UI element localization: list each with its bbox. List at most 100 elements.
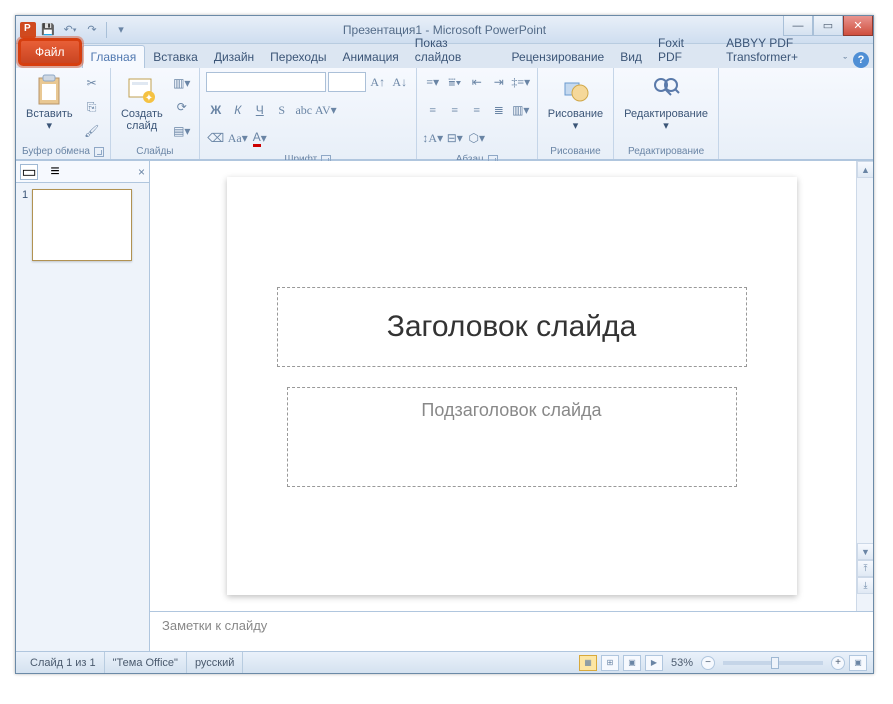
- reading-view-icon[interactable]: ▣: [623, 655, 641, 671]
- indent-dec-icon[interactable]: ⇤: [467, 72, 487, 92]
- format-painter-icon[interactable]: 🖌: [81, 120, 103, 142]
- line-spacing-icon[interactable]: ‡≡▾: [511, 72, 531, 92]
- status-language[interactable]: русский: [187, 652, 243, 673]
- vertical-scrollbar[interactable]: ▲ ▼ ⤒ ⤓: [856, 161, 873, 611]
- slides-group-label: Слайды: [117, 144, 193, 157]
- outline-tab-icon[interactable]: ≡: [46, 164, 64, 180]
- spacing-icon[interactable]: AV▾: [316, 100, 336, 120]
- workarea: ▭ ≡ × 1 Заголовок слайда Подзаголовок сл…: [16, 160, 873, 651]
- font-color-icon[interactable]: A▾: [250, 128, 270, 148]
- slide-canvas: Заголовок слайда Подзаголовок слайда ▲ ▼…: [150, 161, 873, 611]
- pane-close-icon[interactable]: ×: [138, 165, 145, 179]
- drawing-button[interactable]: Рисование▾: [544, 72, 607, 144]
- fit-window-icon[interactable]: ▣: [849, 655, 867, 671]
- italic-icon[interactable]: К: [228, 100, 248, 120]
- status-theme: "Тема Office": [105, 652, 187, 673]
- scroll-up-icon[interactable]: ▲: [857, 161, 873, 178]
- save-icon[interactable]: 💾: [38, 20, 58, 40]
- case-icon[interactable]: Aa▾: [228, 128, 248, 148]
- qat-customize-icon[interactable]: ▾: [111, 20, 131, 40]
- redo-icon[interactable]: ↷: [82, 20, 102, 40]
- strike-icon[interactable]: S: [272, 100, 292, 120]
- tab-transitions[interactable]: Переходы: [262, 46, 334, 68]
- copy-icon[interactable]: ⎘: [81, 96, 103, 118]
- layout-icon[interactable]: ▥▾: [171, 72, 193, 94]
- normal-view-icon[interactable]: ▦: [579, 655, 597, 671]
- bold-icon[interactable]: Ж: [206, 100, 226, 120]
- section-icon[interactable]: ▤▾: [171, 120, 193, 142]
- thumb-number: 1: [22, 189, 28, 261]
- tab-review[interactable]: Рецензирование: [504, 46, 613, 68]
- grow-font-icon[interactable]: A↑: [368, 72, 388, 92]
- group-paragraph: ≡▾ ⩸▾ ⇤ ⇥ ‡≡▾ ≡ ≡ ≡ ≣ ▥▾ ↕A▾ ⊟▾ ⬡▾: [417, 68, 538, 159]
- tab-design[interactable]: Дизайн: [206, 46, 262, 68]
- quick-access-toolbar: 💾 ↶▾ ↷ ▾: [16, 20, 131, 40]
- reset-icon[interactable]: ⟳: [171, 96, 193, 118]
- cut-icon[interactable]: ✂: [81, 72, 103, 94]
- bullets-icon[interactable]: ≡▾: [423, 72, 443, 92]
- clipboard-icon: [33, 74, 65, 106]
- align-text-icon[interactable]: ⊟▾: [445, 128, 465, 148]
- new-slide-button[interactable]: ✦ Создать слайд: [117, 72, 167, 144]
- help-icon[interactable]: ?: [853, 52, 869, 68]
- justify-icon[interactable]: ≣: [489, 100, 509, 120]
- tab-foxit[interactable]: Foxit PDF: [650, 32, 718, 68]
- subtitle-placeholder[interactable]: Подзаголовок слайда: [287, 387, 737, 487]
- svg-text:✦: ✦: [145, 93, 153, 104]
- slide[interactable]: Заголовок слайда Подзаголовок слайда: [227, 177, 797, 595]
- title-placeholder-text: Заголовок слайда: [387, 310, 637, 344]
- thumbnail-list: 1: [16, 183, 149, 651]
- drawing-label: Рисование: [548, 108, 603, 120]
- indent-inc-icon[interactable]: ⇥: [489, 72, 509, 92]
- zoom-slider[interactable]: [723, 661, 823, 665]
- drawing-group-label: Рисование: [544, 144, 607, 157]
- font-family-combo[interactable]: [206, 72, 326, 92]
- group-editing: Редактирование▾ Редактирование: [614, 68, 719, 159]
- numbering-icon[interactable]: ⩸▾: [445, 72, 465, 92]
- zoom-thumb[interactable]: [771, 657, 779, 669]
- editing-button[interactable]: Редактирование▾: [620, 72, 712, 144]
- notes-pane[interactable]: Заметки к слайду: [150, 611, 873, 651]
- scroll-down-icon[interactable]: ▼: [857, 543, 873, 560]
- clipboard-group-label: Буфер обмена: [22, 146, 90, 157]
- new-slide-icon: ✦: [126, 74, 158, 106]
- text-direction-icon[interactable]: ↕A▾: [423, 128, 443, 148]
- tab-file[interactable]: Файл: [18, 38, 82, 66]
- ribbon-minimize-icon[interactable]: ˇ: [843, 56, 847, 68]
- shapes-icon: [559, 74, 591, 106]
- shrink-font-icon[interactable]: A↓: [390, 72, 410, 92]
- editor-area: Заголовок слайда Подзаголовок слайда ▲ ▼…: [150, 161, 873, 651]
- align-center-icon[interactable]: ≡: [445, 100, 465, 120]
- align-right-icon[interactable]: ≡: [467, 100, 487, 120]
- smartart-icon[interactable]: ⬡▾: [467, 128, 487, 148]
- tab-animation[interactable]: Анимация: [334, 46, 406, 68]
- underline-icon[interactable]: Ч: [250, 100, 270, 120]
- tab-view[interactable]: Вид: [612, 46, 650, 68]
- tab-home[interactable]: Главная: [82, 45, 146, 68]
- shadow-icon[interactable]: abc: [294, 100, 314, 120]
- subtitle-placeholder-text: Подзаголовок слайда: [421, 400, 601, 421]
- clear-format-icon[interactable]: ⌫: [206, 128, 226, 148]
- find-icon: [650, 74, 682, 106]
- columns-icon[interactable]: ▥▾: [511, 100, 531, 120]
- slideshow-view-icon[interactable]: ▶: [645, 655, 663, 671]
- tab-slideshow[interactable]: Показ слайдов: [407, 32, 504, 68]
- tab-abbyy[interactable]: ABBYY PDF Transformer+: [718, 32, 873, 68]
- zoom-in-icon[interactable]: +: [831, 656, 845, 670]
- next-slide-icon[interactable]: ⤓: [857, 577, 873, 594]
- zoom-out-icon[interactable]: −: [701, 656, 715, 670]
- paste-button[interactable]: Вставить▾: [22, 72, 77, 144]
- tab-insert[interactable]: Вставка: [145, 46, 206, 68]
- slide-thumbnail[interactable]: 1: [22, 189, 143, 261]
- undo-icon[interactable]: ↶▾: [60, 20, 80, 40]
- ribbon-tabs: Файл Главная Вставка Дизайн Переходы Ани…: [16, 44, 873, 68]
- sorter-view-icon[interactable]: ⊞: [601, 655, 619, 671]
- thumbnails-tab-icon[interactable]: ▭: [20, 164, 38, 180]
- align-left-icon[interactable]: ≡: [423, 100, 443, 120]
- powerpoint-icon: [20, 22, 36, 38]
- clipboard-dialog-launcher[interactable]: [94, 147, 104, 157]
- prev-slide-icon[interactable]: ⤒: [857, 560, 873, 577]
- zoom-percent[interactable]: 53%: [671, 657, 693, 669]
- title-placeholder[interactable]: Заголовок слайда: [277, 287, 747, 367]
- font-size-combo[interactable]: [328, 72, 366, 92]
